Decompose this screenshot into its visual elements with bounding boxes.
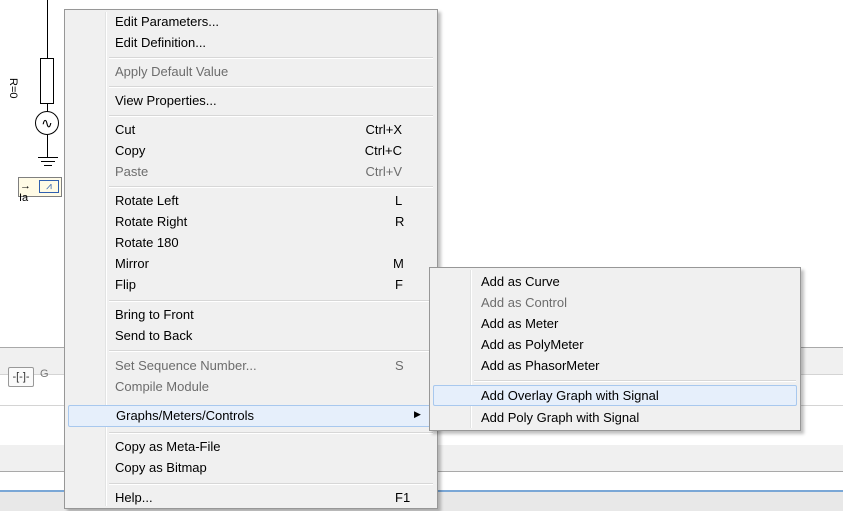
menu-item-rotate-180[interactable]: Rotate 180 (68, 233, 434, 253)
menu-item-label: Flip (115, 277, 136, 292)
menu-item-label: Apply Default Value (115, 64, 229, 79)
meter-graph-icon: ⩘ (39, 180, 59, 193)
ground-icon-line (44, 165, 52, 166)
graphs-meters-controls-submenu: Add as Curve Add as Control Add as Meter… (429, 267, 801, 431)
menu-item-paste[interactable]: Paste Ctrl+V (68, 162, 434, 182)
wire (47, 135, 48, 157)
menu-separator (109, 483, 433, 485)
menu-item-label: Copy as Bitmap (115, 460, 207, 475)
submenu-item-label: Add as PolyMeter (481, 337, 584, 352)
menu-item-copy[interactable]: Copy Ctrl+C (68, 141, 434, 161)
menu-item-label: Compile Module (115, 379, 209, 394)
menu-item-shortcut: F1 (395, 490, 411, 505)
menu-separator (109, 57, 433, 59)
menu-item-label: Graphs/Meters/Controls (116, 408, 254, 423)
menu-item-shortcut: F (395, 277, 403, 292)
menu-item-label: Rotate Left (115, 193, 179, 208)
menu-item-shortcut: L (395, 193, 403, 208)
menu-item-label: Help... (115, 490, 153, 505)
menu-item-edit-definition[interactable]: Edit Definition... (68, 33, 434, 53)
submenu-item-label: Add as Curve (481, 274, 560, 289)
menu-item-label: Paste (115, 164, 149, 179)
menu-item-rotate-right[interactable]: Rotate Right R (68, 212, 434, 232)
menu-item-flip[interactable]: Flip F (68, 275, 434, 295)
menu-item-label: Copy as Meta-File (115, 439, 221, 454)
menu-item-label: Edit Parameters... (115, 14, 220, 29)
menu-separator (109, 115, 433, 117)
submenu-item-add-as-control[interactable]: Add as Control (433, 292, 797, 313)
menu-separator (109, 186, 433, 188)
menu-item-apply-default-value[interactable]: Apply Default Value (68, 62, 434, 82)
menu-item-label: View Properties... (115, 93, 217, 108)
menu-item-shortcut: Ctrl+V (365, 164, 402, 179)
menu-item-copy-as-bitmap[interactable]: Copy as Bitmap (68, 458, 434, 478)
toolbar-label: G (40, 368, 49, 380)
menu-item-shortcut: R (395, 214, 405, 229)
current-label: Ia (19, 192, 29, 204)
submenu-arrow-icon: ▶ (414, 409, 421, 419)
resistor-symbol[interactable] (40, 58, 54, 104)
submenu-item-add-overlay-graph-with-signal[interactable]: Add Overlay Graph with Signal (433, 385, 797, 406)
submenu-item-add-as-meter[interactable]: Add as Meter (433, 313, 797, 334)
menu-item-cut[interactable]: Cut Ctrl+X (68, 120, 434, 140)
submenu-separator (474, 380, 796, 382)
menu-item-label: Bring to Front (115, 307, 194, 322)
submenu-item-label: Add as PhasorMeter (481, 358, 600, 373)
submenu-item-label: Add as Meter (481, 316, 559, 331)
menu-item-help[interactable]: Help... F1 (68, 488, 434, 508)
menu-item-compile-module[interactable]: Compile Module (68, 377, 434, 397)
menu-item-bring-to-front[interactable]: Bring to Front (68, 305, 434, 325)
component-button[interactable]: -[-]- (8, 367, 34, 387)
context-menu: Edit Parameters... Edit Definition... Ap… (64, 9, 438, 509)
submenu-item-label: Add Poly Graph with Signal (481, 410, 640, 425)
wire (47, 0, 48, 58)
menu-separator (109, 300, 433, 302)
submenu-item-add-as-polymeter[interactable]: Add as PolyMeter (433, 334, 797, 355)
menu-item-label: Rotate 180 (115, 235, 179, 250)
menu-item-label: Cut (115, 122, 136, 137)
menu-item-label: Send to Back (115, 328, 193, 343)
submenu-item-label: Add Overlay Graph with Signal (481, 388, 659, 403)
menu-item-shortcut: S (395, 358, 404, 373)
menu-item-shortcut: Ctrl+X (365, 122, 402, 137)
menu-item-send-to-back[interactable]: Send to Back (68, 326, 434, 346)
menu-item-label: Edit Definition... (115, 35, 207, 50)
menu-item-rotate-left[interactable]: Rotate Left L (68, 191, 434, 211)
menu-item-graphs-meters-controls[interactable]: Graphs/Meters/Controls ▶ (68, 405, 434, 427)
submenu-item-add-poly-graph-with-signal[interactable]: Add Poly Graph with Signal (433, 407, 797, 428)
submenu-item-add-as-phasormeter[interactable]: Add as PhasorMeter (433, 355, 797, 376)
menu-item-shortcut: Ctrl+C (364, 143, 402, 158)
ground-icon-line (41, 161, 55, 162)
menu-separator (109, 350, 433, 352)
menu-item-copy-as-meta-file[interactable]: Copy as Meta-File (68, 437, 434, 457)
menu-item-shortcut: M (393, 256, 404, 271)
menu-item-label: Mirror (115, 256, 149, 271)
voltage-source-symbol[interactable]: ∿ (35, 111, 59, 135)
ground-icon (38, 157, 58, 158)
menu-item-set-sequence-number[interactable]: Set Sequence Number... S (68, 356, 434, 376)
menu-separator (109, 432, 433, 434)
menu-item-mirror[interactable]: Mirror M (68, 254, 434, 274)
menu-item-label: Rotate Right (115, 214, 188, 229)
submenu-item-add-as-curve[interactable]: Add as Curve (433, 271, 797, 292)
submenu-item-label: Add as Control (481, 295, 567, 310)
resistor-label: R=0 (7, 78, 19, 99)
menu-item-view-properties[interactable]: View Properties... (68, 91, 434, 111)
menu-separator (109, 86, 433, 88)
arrow-right-icon: → (20, 180, 31, 192)
menu-item-label: Copy (115, 143, 146, 158)
sine-wave-icon: ∿ (41, 114, 53, 131)
menu-item-label: Set Sequence Number... (115, 358, 257, 373)
menu-item-edit-parameters[interactable]: Edit Parameters... (68, 12, 434, 32)
